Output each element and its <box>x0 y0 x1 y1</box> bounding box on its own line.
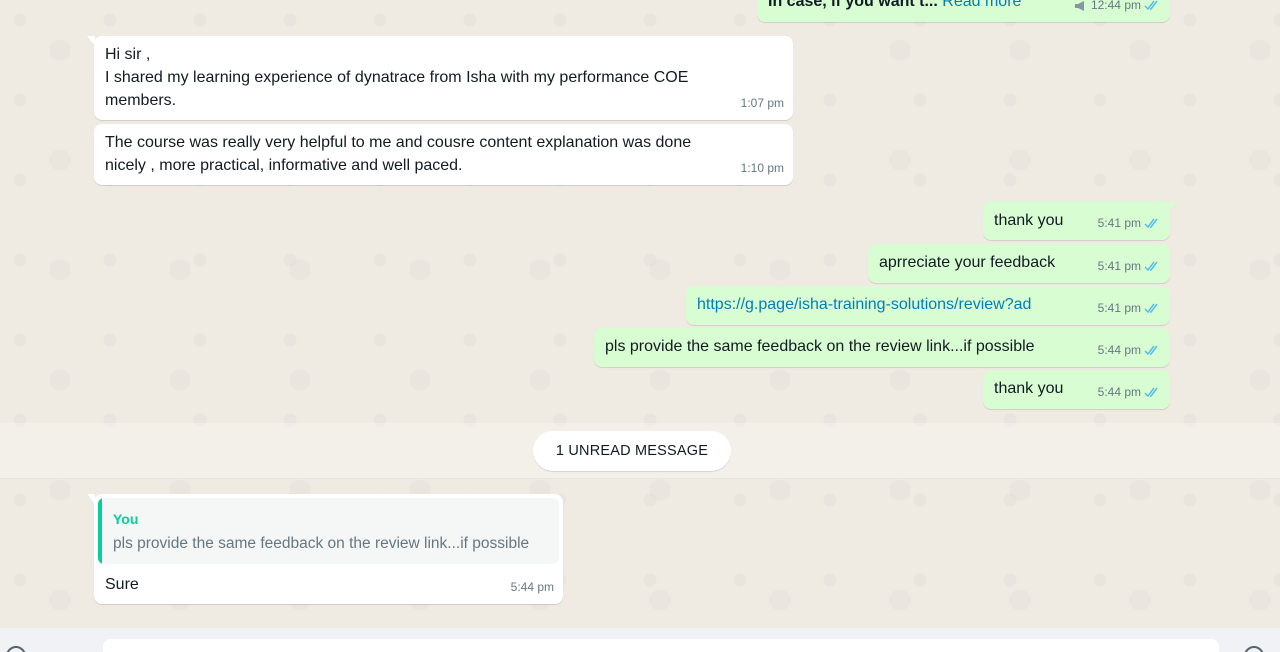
message-time: 5:41 pm <box>1097 216 1141 230</box>
double-check-icon <box>1144 0 1158 11</box>
read-more-link[interactable]: Read more <box>942 0 1021 10</box>
double-check-icon <box>1144 345 1158 356</box>
message-incoming-reply[interactable]: You pls provide the same feedback on the… <box>87 494 563 604</box>
chat-panel: In case, if you want t... Read more 12:4… <box>0 0 1280 652</box>
message-time: 5:44 pm <box>1097 385 1141 399</box>
message-text: The course was really very helpful to me… <box>105 134 692 174</box>
message-meta: 5:44 pm <box>1098 381 1161 404</box>
message-time: 5:41 pm <box>1097 301 1141 315</box>
unread-message-badge: 1 UNREAD MESSAGE <box>533 431 731 471</box>
message-time: 1:07 pm <box>740 96 784 110</box>
message-text: aprreciate your feedback <box>879 254 1056 271</box>
message-outgoing[interactable]: https://g.page/isha-training-solutions/r… <box>686 286 1170 325</box>
message-text: In case, if you want t... <box>768 0 938 10</box>
message-outgoing[interactable]: aprreciate your feedback 5:41 pm <box>868 244 1170 283</box>
megaphone-icon <box>1074 0 1084 11</box>
message-outgoing[interactable]: pls provide the same feedback on the rev… <box>594 328 1170 367</box>
bubble-tail <box>1169 201 1177 211</box>
message-outgoing[interactable]: thank you 5:41 pm <box>983 201 1177 240</box>
quoted-message[interactable]: You pls provide the same feedback on the… <box>98 498 559 564</box>
message-text: thank you <box>994 212 1064 229</box>
quote-text: pls provide the same feedback on the rev… <box>113 535 530 552</box>
message-meta: 5:41 pm <box>1098 297 1161 320</box>
review-link[interactable]: https://g.page/isha-training-solutions/r… <box>697 293 1031 316</box>
message-time: 5:44 pm <box>510 580 554 594</box>
message-text: thank you <box>994 380 1064 397</box>
message-outgoing-partial[interactable]: In case, if you want t... Read more 12:4… <box>757 0 1170 22</box>
message-time: 1:10 pm <box>740 161 784 175</box>
message-time: 5:44 pm <box>1097 343 1141 357</box>
message-meta: 12:44 pm <box>1074 0 1161 17</box>
bubble-tail <box>87 494 95 504</box>
bubble-tail <box>87 36 95 46</box>
message-time: 12:44 pm <box>1090 0 1141 12</box>
message-meta: 5:44 pm <box>1098 339 1161 362</box>
message-time: 5:41 pm <box>1097 259 1141 273</box>
double-check-icon <box>1144 387 1158 398</box>
quote-accent-bar <box>98 498 102 564</box>
message-meta: 5:41 pm <box>1098 212 1161 235</box>
message-incoming[interactable]: Hi sir , I shared my learning experience… <box>87 36 793 120</box>
message-meta: 5:41 pm <box>1098 255 1161 278</box>
message-text: Hi sir , I shared my learning experience… <box>105 46 689 109</box>
message-incoming[interactable]: The course was really very helpful to me… <box>94 124 793 185</box>
message-text: pls provide the same feedback on the rev… <box>605 338 1035 355</box>
double-check-icon <box>1144 261 1158 272</box>
message-text: Sure <box>105 576 139 593</box>
quote-author: You <box>113 511 139 527</box>
message-input[interactable] <box>103 639 1219 652</box>
double-check-icon <box>1144 218 1158 229</box>
double-check-icon <box>1144 303 1158 314</box>
message-outgoing[interactable]: thank you 5:44 pm <box>983 370 1170 409</box>
